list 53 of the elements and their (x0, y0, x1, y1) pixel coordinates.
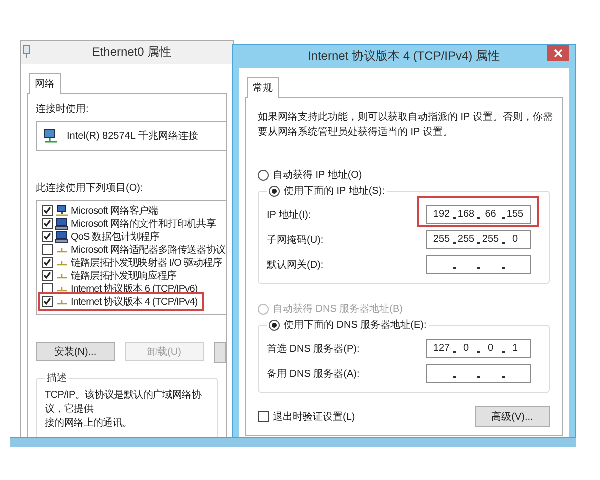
field-label: 子网掩码(U): (267, 234, 325, 246)
computer-icon (55, 230, 69, 242)
network-adapter-icon (43, 128, 59, 144)
window-title: Internet 协议版本 4 (TCP/IPv4) 属性 (306, 48, 502, 65)
list-item[interactable]: 链路层拓扑发现映射器 I/O 驱动程序 (71, 256, 222, 270)
checkbox[interactable] (42, 231, 53, 242)
checkbox[interactable] (42, 257, 53, 268)
tab[interactable]: 网络 (29, 73, 61, 94)
field-label: 备用 DNS 服务器(A): (267, 368, 361, 380)
checkbox[interactable] (258, 411, 269, 422)
checkbox[interactable] (42, 296, 53, 307)
ip-address-field[interactable] (426, 364, 531, 383)
computer-icon (55, 218, 69, 230)
list-item[interactable]: 链路层拓扑发现响应程序 (71, 268, 177, 282)
list-item[interactable]: Internet 协议版本 4 (TCP/IPv4) (71, 294, 198, 308)
section-label: 连接时使用: (36, 102, 90, 116)
radio-label: 自动获得 DNS 服务器地址(B) (273, 302, 403, 316)
ip-address-field[interactable]: 255 255 255 0 (426, 230, 531, 249)
field-label: 默认网关(D): (267, 258, 325, 272)
group-label: 描述 (46, 372, 68, 385)
list-item[interactable]: Microsoft 网络的文件和打印机共享 (71, 216, 216, 230)
radio-label: 自动获得 IP 地址(O) (273, 168, 362, 182)
radio-label: 使用下面的 DNS 服务器地址(E): (284, 318, 427, 332)
advanced-button[interactable]: 高级(V)... (475, 406, 550, 427)
checkbox[interactable] (42, 218, 53, 229)
field-label: 首选 DNS 服务器(P): (267, 342, 361, 356)
checkbox[interactable] (42, 205, 53, 216)
window-title: Ethernet0 属性 (91, 44, 173, 61)
ip-address-field[interactable]: 127 0 0 1 (426, 339, 531, 358)
list-item[interactable]: Microsoft 网络适配器多路传送器协议 (71, 242, 226, 256)
description-text: TCP/IP。该协议是默认的广域网络协议，它提供 (45, 389, 203, 417)
section-label: 此连接使用下列项目(O): (36, 182, 144, 195)
field-label: IP 地址(I): (267, 208, 312, 222)
window-icon (23, 45, 31, 59)
checkbox[interactable] (42, 244, 53, 255)
button[interactable]: 安装(N)... (36, 342, 115, 361)
checkbox-label: 退出时验证设置(L) (273, 410, 356, 424)
close-button[interactable] (547, 45, 569, 61)
radio-button[interactable] (269, 320, 280, 330)
list-item[interactable]: QoS 数据包计划程序 (71, 230, 160, 244)
radio-button[interactable] (269, 186, 280, 196)
radio-button[interactable] (258, 170, 269, 180)
description-text: 如果网络支持此功能，则可以获取自动指派的 IP 设置。否则，你需要从网络系统管理员处获得适当的 IP 设置。 (258, 110, 554, 140)
adapter-name: Intel(R) 82574L 千兆网络连接 (67, 130, 198, 143)
ip-address-field[interactable]: 192 168 66 155 (426, 205, 531, 224)
list-item[interactable]: Microsoft 网络客户端 (71, 204, 158, 218)
tab[interactable]: 常规 (247, 77, 279, 98)
checkbox[interactable] (42, 270, 53, 281)
close-icon (554, 48, 562, 58)
radio-label: 使用下面的 IP 地址(S): (284, 184, 385, 198)
ip-address-field[interactable] (426, 255, 531, 274)
network-client-icon (55, 204, 69, 216)
description-text: 接的网络上的通讯。 (45, 417, 134, 431)
